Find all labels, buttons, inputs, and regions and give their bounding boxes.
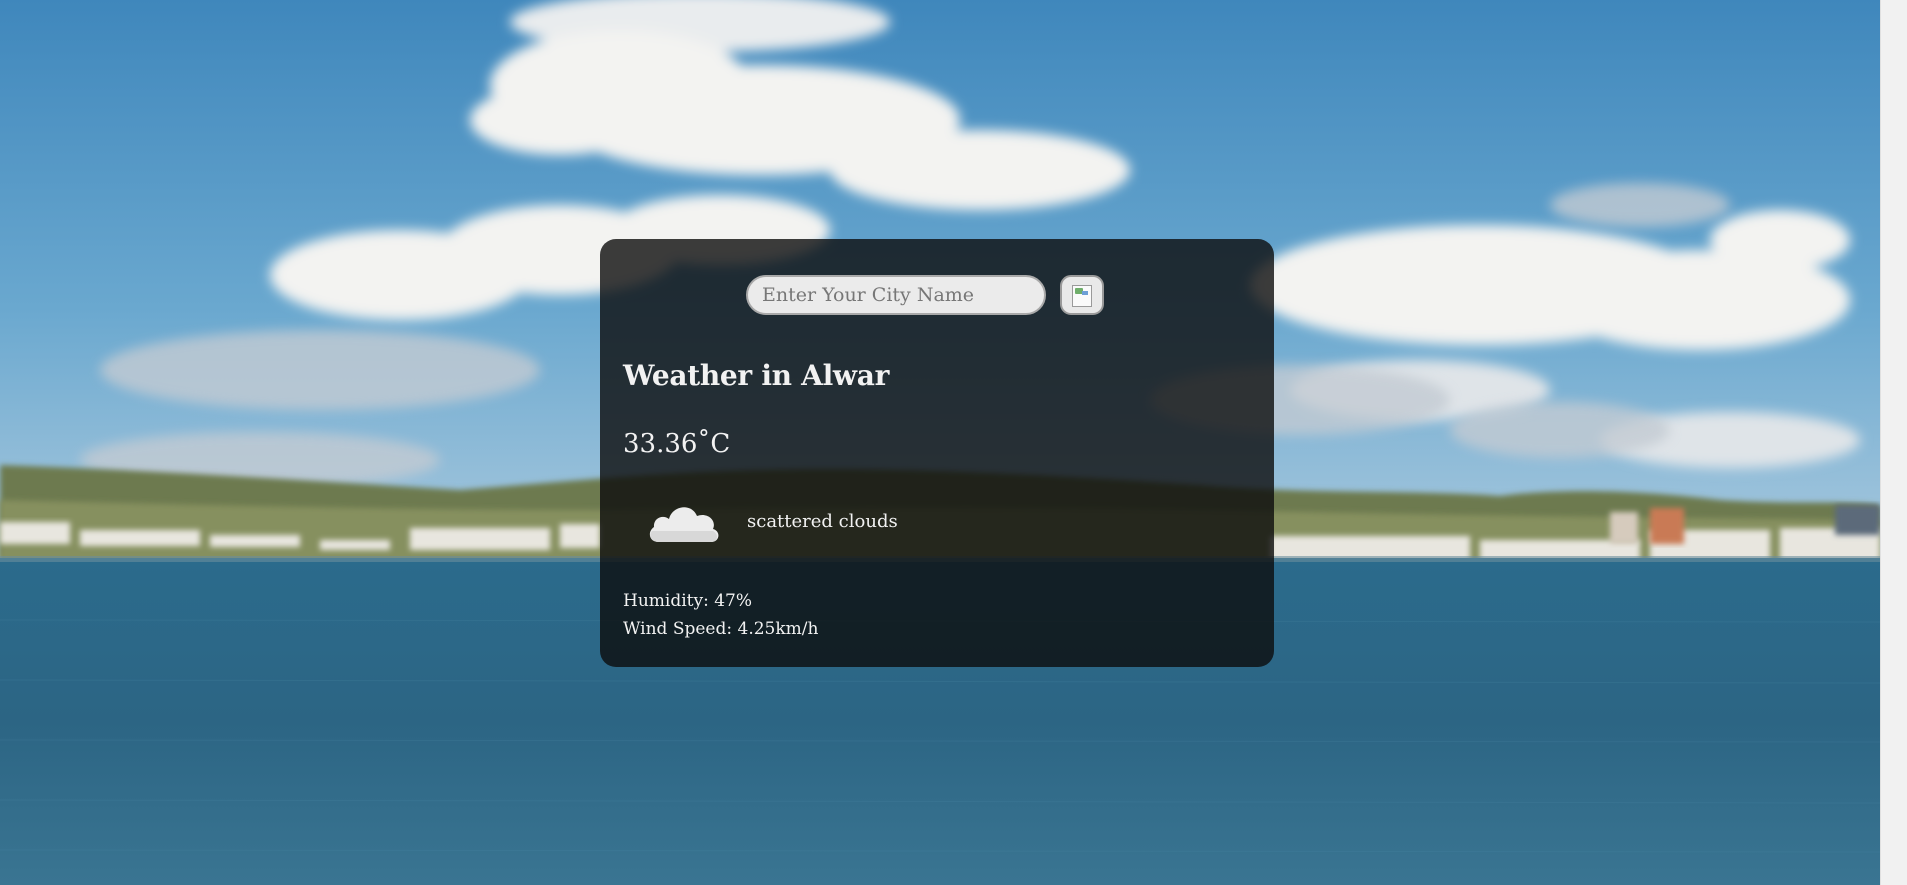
weather-title: Weather in Alwar: [623, 359, 890, 392]
city-search-input[interactable]: [746, 275, 1046, 315]
page-viewport: Weather in Alwar 33.36˚C scattered cloud…: [0, 0, 1880, 885]
broken-image-icon: [1072, 285, 1092, 307]
weather-description: scattered clouds: [747, 510, 898, 532]
vertical-scrollbar[interactable]: [1880, 0, 1907, 885]
cloud-icon: [649, 507, 719, 542]
humidity-value: Humidity: 47%: [623, 591, 753, 611]
search-bar: [746, 275, 1104, 315]
weather-condition: scattered clouds: [645, 496, 898, 546]
wind-speed-value: Wind Speed: 4.25km/h: [623, 619, 819, 639]
search-button[interactable]: [1060, 275, 1104, 315]
temperature-value: 33.36˚C: [623, 429, 731, 459]
weather-card: Weather in Alwar 33.36˚C scattered cloud…: [600, 239, 1274, 667]
